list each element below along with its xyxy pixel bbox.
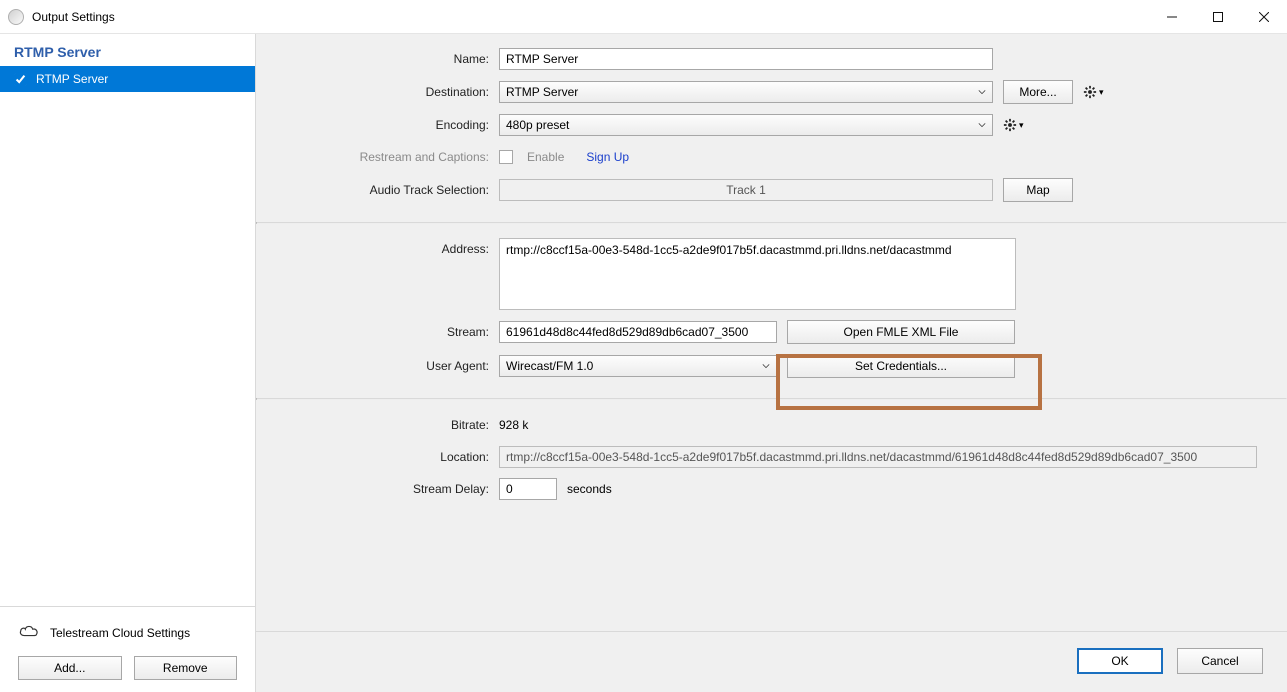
address-textarea[interactable] [499,238,1016,310]
set-credentials-button[interactable]: Set Credentials... [787,354,1015,378]
label-encoding: Encoding: [274,118,499,132]
more-button[interactable]: More... [1003,80,1073,104]
encoding-value: 480p preset [506,118,569,132]
telestream-cloud-settings-link[interactable]: Telestream Cloud Settings [0,617,255,656]
gear-icon [1083,85,1097,99]
dialog-footer: OK Cancel [256,631,1287,692]
chevron-down-icon [978,85,986,99]
titlebar: Output Settings [0,0,1287,34]
chevron-down-icon [978,118,986,132]
open-fmle-button[interactable]: Open FMLE XML File [787,320,1015,344]
caret-down-icon: ▾ [1099,87,1104,98]
destination-select[interactable]: RTMP Server [499,81,993,103]
map-button[interactable]: Map [1003,178,1073,202]
enable-checkbox[interactable] [499,150,513,164]
bitrate-value: 928 k [499,418,528,432]
label-user-agent: User Agent: [274,359,499,373]
stream-input[interactable] [499,321,777,343]
enable-label: Enable [527,150,564,164]
user-agent-value: Wirecast/FM 1.0 [506,359,593,373]
label-bitrate: Bitrate: [274,418,499,432]
sidebar-footer: Telestream Cloud Settings Add... Remove [0,606,255,692]
destination-gear-menu[interactable]: ▾ [1083,85,1104,99]
label-address: Address: [274,238,499,256]
gear-icon [1003,118,1017,132]
remove-button[interactable]: Remove [134,656,238,680]
section-info: Bitrate: 928 k Location: rtmp://c8ccf15a… [256,400,1287,520]
name-input[interactable] [499,48,993,70]
caret-down-icon: ▾ [1019,120,1024,131]
label-name: Name: [274,52,499,66]
sidebar-heading: RTMP Server [0,34,255,66]
encoding-gear-menu[interactable]: ▾ [1003,118,1024,132]
label-destination: Destination: [274,85,499,99]
label-stream-delay: Stream Delay: [274,482,499,496]
add-button[interactable]: Add... [18,656,122,680]
user-agent-select[interactable]: Wirecast/FM 1.0 [499,355,777,377]
close-button[interactable] [1241,0,1287,34]
encoding-select[interactable]: 480p preset [499,114,993,136]
seconds-label: seconds [567,482,612,496]
label-audio-track: Audio Track Selection: [274,183,499,197]
section-general: Name: Destination: RTMP Server More... ▾ [256,34,1287,222]
label-stream: Stream: [274,325,499,339]
label-restream: Restream and Captions: [274,150,499,164]
ok-button[interactable]: OK [1077,648,1163,674]
location-readonly: rtmp://c8ccf15a-00e3-548d-1cc5-a2de9f017… [499,446,1257,468]
section-connection: Address: Stream: Open FMLE XML File User… [256,224,1287,398]
signup-link[interactable]: Sign Up [586,150,629,164]
sidebar-item-rtmp-server[interactable]: RTMP Server [0,66,255,92]
sidebar-item-checkbox[interactable] [14,73,27,86]
destination-value: RTMP Server [506,85,578,99]
maximize-button[interactable] [1195,0,1241,34]
sidebar: RTMP Server RTMP Server Telestream Cloud… [0,34,256,692]
stream-delay-input[interactable] [499,478,557,500]
cancel-button[interactable]: Cancel [1177,648,1263,674]
window-title: Output Settings [32,10,115,24]
audio-track-readonly: Track 1 [499,179,993,201]
telestream-cloud-settings-label: Telestream Cloud Settings [50,626,190,640]
app-icon [8,9,24,25]
minimize-button[interactable] [1149,0,1195,34]
sidebar-item-label: RTMP Server [36,72,108,86]
cloud-icon [18,623,40,642]
content-area: Name: Destination: RTMP Server More... ▾ [256,34,1287,692]
chevron-down-icon [762,359,770,373]
label-location: Location: [274,450,499,464]
